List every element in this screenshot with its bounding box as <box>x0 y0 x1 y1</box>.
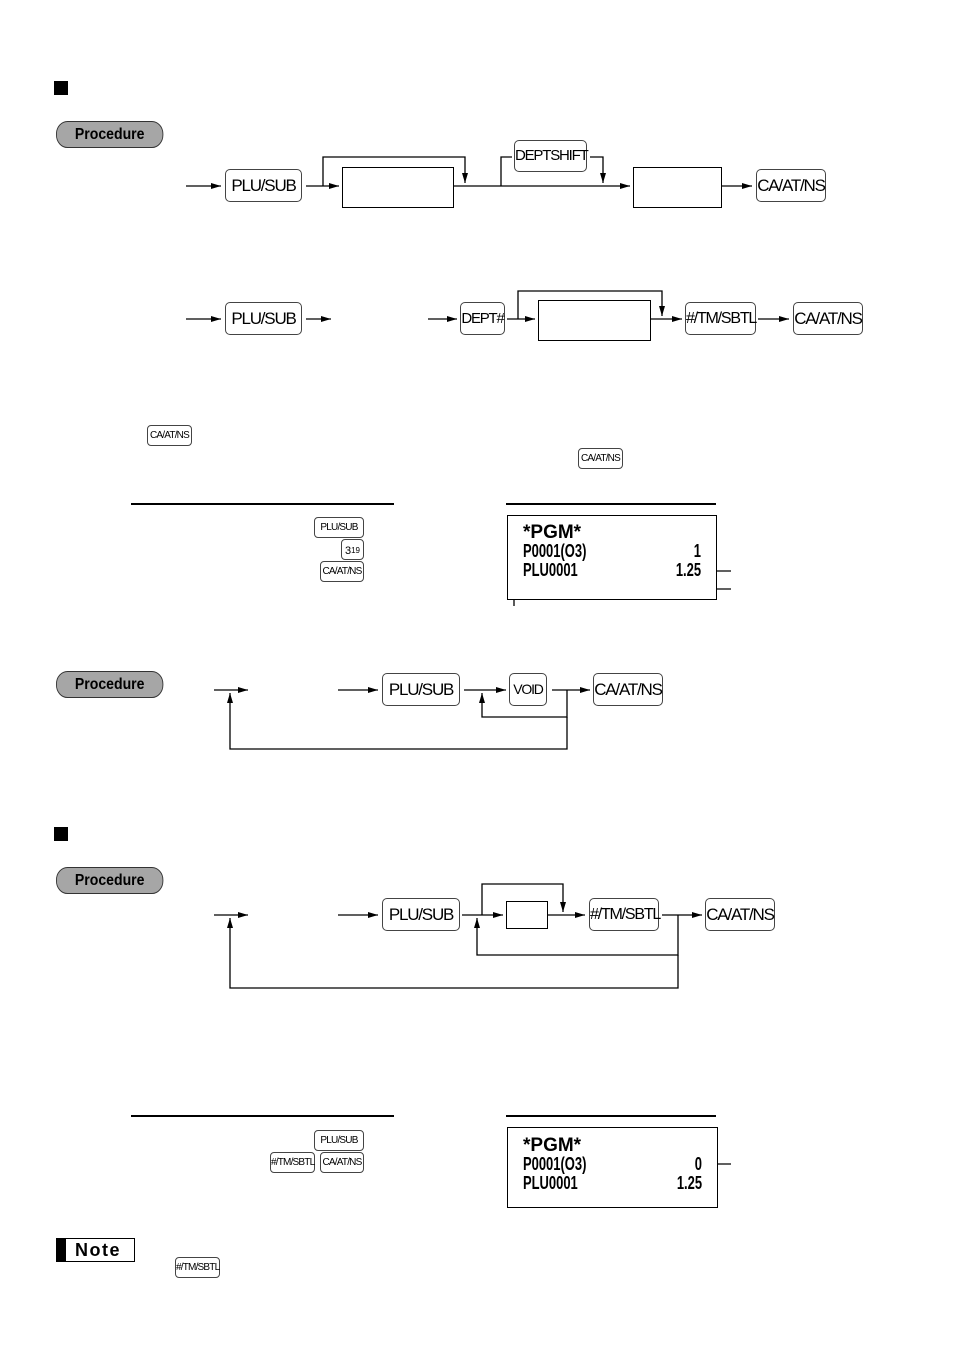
key-ca-at-ns: CA/AT/NS <box>756 169 826 202</box>
key-plu-sub: PLU/SUB <box>225 169 302 202</box>
section-marker <box>54 827 68 841</box>
key-ca-at-ns: CA/AT/NS <box>593 673 663 706</box>
inline-key-ca-at-ns: CA/AT/NS <box>578 448 623 469</box>
receipt-line2-left: PLU0001 <box>523 1173 578 1193</box>
input-box <box>538 300 651 341</box>
key-tm-sbtl: #/TM/SBTL <box>270 1152 315 1173</box>
key-tm-sbtl: #/TM/SBTL <box>685 302 757 335</box>
key-ca-at-ns: CA/AT/NS <box>793 302 863 335</box>
key-3: 3 19 <box>341 539 364 560</box>
receipt-line1-right: 1 <box>693 541 701 561</box>
input-box <box>633 167 722 208</box>
receipt-line1-right: 0 <box>694 1154 702 1174</box>
divider <box>131 503 394 505</box>
note-bar <box>57 1239 66 1261</box>
input-box <box>506 901 548 929</box>
note-badge: Note <box>56 1238 135 1262</box>
key-plu-sub: PLU/SUB <box>382 898 460 931</box>
receipt-line1-left: P0001(O3) <box>523 541 587 561</box>
receipt-line1-left: P0001(O3) <box>523 1154 587 1174</box>
note-label: Note <box>75 1240 121 1260</box>
key-plu-sub: PLU/SUB <box>382 673 460 706</box>
input-box <box>342 167 454 208</box>
key-3-label: 3 <box>345 545 351 557</box>
receipt-line2-right: 1.25 <box>676 1173 702 1193</box>
inline-key-tm-sbtl: #/TM/SBTL <box>175 1257 220 1278</box>
key-ca-at-ns: CA/AT/NS <box>320 561 364 582</box>
key-dept-hash: DEPT# <box>460 302 505 335</box>
key-ca-at-ns: CA/AT/NS <box>320 1152 364 1173</box>
key-3-superscript: 19 <box>351 546 360 555</box>
divider <box>506 503 716 505</box>
bypass-line <box>590 156 606 183</box>
key-plu-sub: PLU/SUB <box>314 1130 364 1151</box>
receipt-line2-right: 1.25 <box>675 560 701 580</box>
procedure-badge: Procedure <box>56 867 164 894</box>
procedure-badge: Procedure <box>56 121 164 148</box>
key-deptshift: DEPTSHIFT <box>514 140 589 172</box>
key-ca-at-ns: CA/AT/NS <box>705 898 775 931</box>
receipt-line2-left: PLU0001 <box>523 560 578 580</box>
key-plu-sub: PLU/SUB <box>314 517 364 538</box>
procedure-badge: Procedure <box>56 671 164 698</box>
section-marker <box>54 81 68 95</box>
divider <box>506 1115 716 1117</box>
key-void: VOID <box>509 673 547 706</box>
key-plu-sub: PLU/SUB <box>225 302 302 335</box>
receipt-printout: *PGM* P0001(O3) 0 PLU0001 1.25 <box>507 1127 718 1208</box>
inline-key-ca-at-ns: CA/AT/NS <box>147 425 192 446</box>
bypass-line <box>500 156 512 186</box>
key-tm-sbtl: #/TM/SBTL <box>589 898 661 931</box>
receipt-printout: *PGM* P0001(O3) 1 PLU0001 1.25 <box>507 515 717 600</box>
divider <box>131 1115 394 1117</box>
